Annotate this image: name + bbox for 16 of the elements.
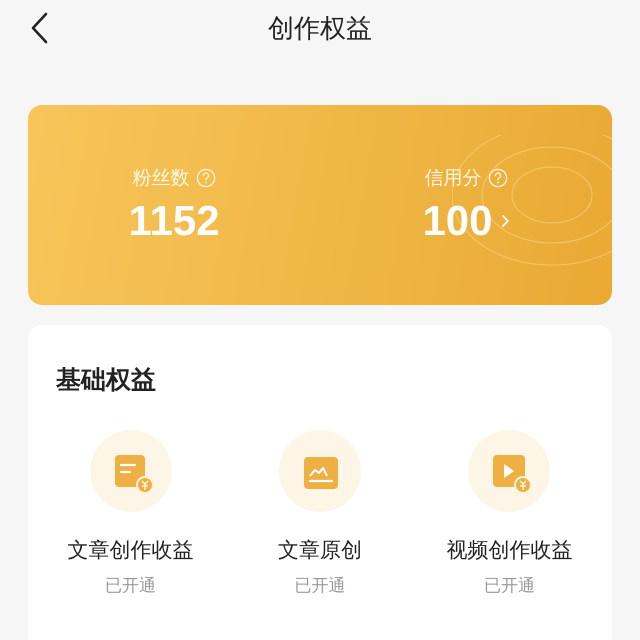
benefit-status: 已开通: [484, 575, 535, 597]
back-icon[interactable]: [30, 12, 48, 44]
page-title: 创作权益: [268, 12, 372, 46]
benefit-status: 已开通: [105, 575, 156, 597]
help-icon[interactable]: [196, 168, 216, 188]
stat-label: 信用分: [424, 166, 482, 191]
benefit-label: 文章原创: [278, 537, 362, 564]
help-icon[interactable]: [488, 168, 508, 188]
chevron-right-icon[interactable]: [500, 214, 510, 228]
benefit-label: 文章创作收益: [68, 537, 194, 564]
benefit-label: 视频创作收益: [446, 537, 572, 564]
stat-label: 粉丝数: [132, 166, 190, 191]
benefit-status: 已开通: [294, 575, 346, 597]
section-title: 基础权益: [56, 364, 157, 396]
stat-value: 100: [422, 197, 493, 245]
stat-value: 1152: [128, 197, 220, 245]
